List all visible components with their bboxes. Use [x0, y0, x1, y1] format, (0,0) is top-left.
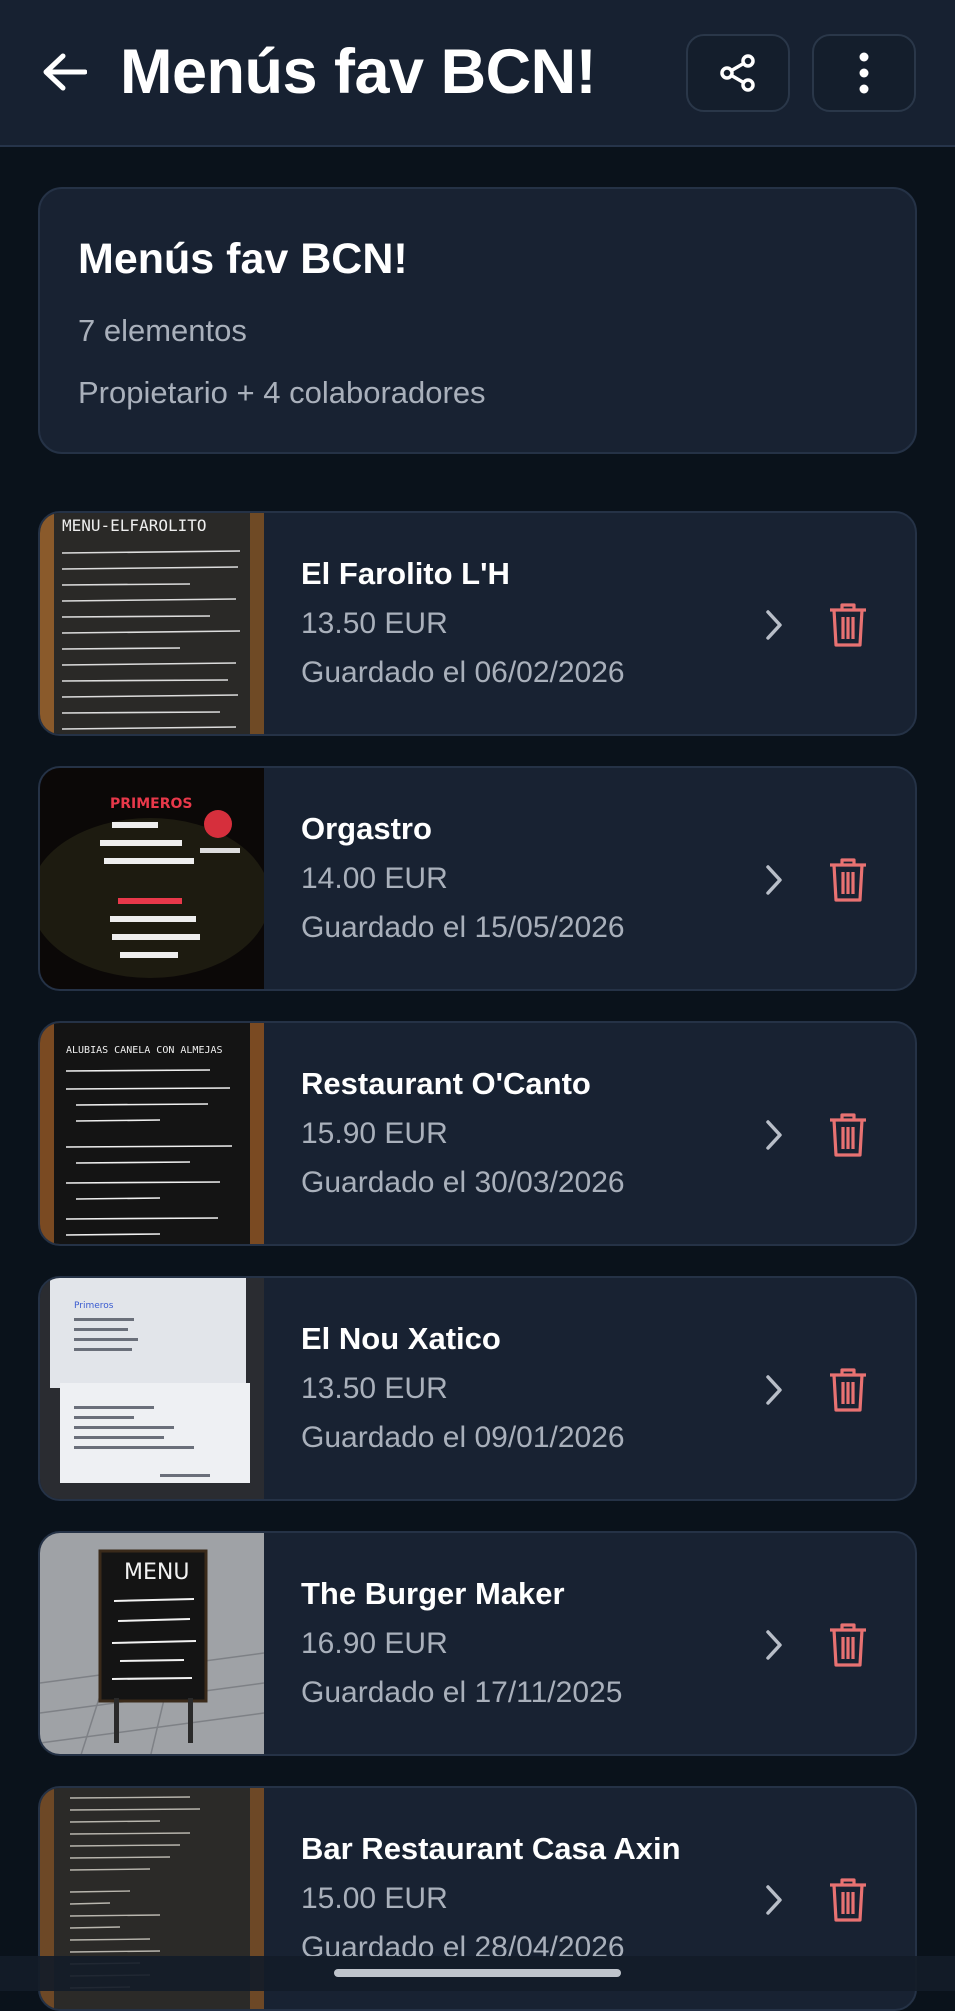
- list-item[interactable]: PRIMEROS Orgastro 14.00 EUR Guardado el …: [38, 766, 917, 991]
- list-item[interactable]: MENU-ELFAROLITO El Farolito L'H 13.50 EU…: [38, 511, 917, 736]
- delete-button[interactable]: [820, 1870, 876, 1930]
- menu-photo: ALUBIAS CANELA CON ALMEJAS: [40, 1023, 264, 1244]
- restaurant-name: The Burger Maker: [301, 1576, 565, 1611]
- menu-photo: PRIMEROS: [40, 768, 264, 989]
- menu-price: 16.90 EUR: [301, 1627, 448, 1660]
- saved-date: Guardado el 06/02/2026: [301, 656, 625, 689]
- chevron-right-icon[interactable]: [754, 1880, 794, 1920]
- list-summary-card: Menús fav BCN! 7 elementos Propietario +…: [38, 187, 917, 454]
- list-item[interactable]: Primeros El Nou Xatico 13.50 EUR Guardad…: [38, 1276, 917, 1501]
- trash-icon: [830, 1368, 866, 1412]
- list-item[interactable]: MENU The Burger Maker 16.90 EUR Guardado…: [38, 1531, 917, 1756]
- chevron-right-icon[interactable]: [754, 1625, 794, 1665]
- svg-text:Primeros: Primeros: [74, 1301, 114, 1311]
- delete-button[interactable]: [820, 1360, 876, 1420]
- svg-text:MENU: MENU: [124, 1560, 189, 1585]
- delete-button[interactable]: [820, 595, 876, 655]
- svg-text:MENU-ELFAROLITO: MENU-ELFAROLITO: [62, 516, 207, 535]
- restaurant-name: Restaurant O'Canto: [301, 1066, 591, 1101]
- chevron-right-icon[interactable]: [754, 605, 794, 645]
- trash-icon: [830, 1113, 866, 1157]
- menu-price: 15.90 EUR: [301, 1117, 448, 1150]
- menu-photo: Primeros: [40, 1278, 264, 1499]
- trash-icon: [830, 1623, 866, 1667]
- app-bar: Menús fav BCN!: [0, 0, 955, 147]
- menu-photo: MENU: [40, 1533, 264, 1754]
- share-button[interactable]: [686, 34, 790, 112]
- menu-price: 13.50 EUR: [301, 607, 448, 640]
- share-icon: [720, 54, 755, 92]
- item-count: 7 elementos: [78, 313, 247, 348]
- svg-text:ALUBIAS CANELA CON ALMEJAS: ALUBIAS CANELA CON ALMEJAS: [66, 1045, 223, 1056]
- list-item[interactable]: ALUBIAS CANELA CON ALMEJAS Restaurant O'…: [38, 1021, 917, 1246]
- restaurant-name: El Nou Xatico: [301, 1321, 501, 1356]
- trash-icon: [830, 1878, 866, 1922]
- delete-button[interactable]: [820, 1105, 876, 1165]
- home-indicator[interactable]: [334, 1969, 621, 1977]
- page-title: Menús fav BCN!: [120, 37, 597, 107]
- trash-icon: [830, 603, 866, 647]
- collaborators-info: Propietario + 4 colaboradores: [78, 375, 486, 410]
- saved-date: Guardado el 09/01/2026: [301, 1421, 625, 1454]
- restaurant-name: Bar Restaurant Casa Axin: [301, 1831, 681, 1866]
- svg-text:PRIMEROS: PRIMEROS: [110, 796, 193, 812]
- menu-price: 13.50 EUR: [301, 1372, 448, 1405]
- back-button[interactable]: [32, 40, 96, 104]
- saved-date: Guardado el 30/03/2026: [301, 1166, 625, 1199]
- chevron-right-icon[interactable]: [754, 1115, 794, 1155]
- more-options-button[interactable]: [812, 34, 916, 112]
- menu-price: 15.00 EUR: [301, 1882, 448, 1915]
- restaurant-name: Orgastro: [301, 811, 432, 846]
- summary-title: Menús fav BCN!: [78, 235, 408, 283]
- trash-icon: [830, 858, 866, 902]
- arrow-left-icon: [43, 53, 87, 91]
- menu-photo: MENU-ELFAROLITO: [40, 513, 264, 734]
- chevron-right-icon[interactable]: [754, 860, 794, 900]
- saved-date: Guardado el 17/11/2025: [301, 1676, 623, 1709]
- menu-price: 14.00 EUR: [301, 862, 448, 895]
- more-vertical-icon: [859, 52, 869, 94]
- chevron-right-icon[interactable]: [754, 1370, 794, 1410]
- saved-date: Guardado el 15/05/2026: [301, 911, 625, 944]
- restaurant-name: El Farolito L'H: [301, 556, 510, 591]
- delete-button[interactable]: [820, 1615, 876, 1675]
- delete-button[interactable]: [820, 850, 876, 910]
